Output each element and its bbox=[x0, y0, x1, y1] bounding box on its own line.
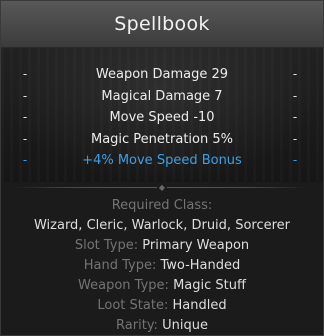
stat-dash-right: - bbox=[292, 153, 298, 167]
stat-row-move-speed-bonus: - +4% Move Speed Bonus - bbox=[1, 150, 323, 172]
divider-ornament-icon: ◆ bbox=[157, 183, 167, 192]
hand-type-row: Hand Type: Two-Handed bbox=[1, 256, 323, 276]
hand-type-label: Hand Type: bbox=[83, 258, 157, 273]
required-class-label: Required Class: bbox=[111, 198, 213, 213]
item-tooltip: Spellbook - Weapon Damage 29 - - Magical… bbox=[0, 0, 324, 336]
slot-type-value: Primary Weapon bbox=[142, 238, 250, 253]
slot-type-label: Slot Type: bbox=[74, 238, 139, 253]
tooltip-header: Spellbook bbox=[1, 1, 323, 48]
stat-dash-left: - bbox=[22, 88, 28, 103]
rarity-value: Unique bbox=[162, 318, 208, 333]
section-divider: ◆ bbox=[15, 182, 309, 194]
stat-text: Move Speed -10 bbox=[109, 110, 215, 125]
weapon-type-label: Weapon Type: bbox=[78, 278, 169, 293]
stat-row-move-speed: - Move Speed -10 - bbox=[1, 107, 323, 129]
stat-dash-right: - bbox=[292, 88, 298, 103]
stat-dash-left: - bbox=[22, 153, 28, 167]
required-class-list: Wizard, Cleric, Warlock, Druid, Sorcerer bbox=[33, 218, 291, 233]
stat-text: +4% Move Speed Bonus bbox=[82, 153, 242, 168]
slot-type-row: Slot Type: Primary Weapon bbox=[1, 236, 323, 256]
item-info: Required Class: Wizard, Cleric, Warlock,… bbox=[1, 194, 323, 335]
stat-dash-right: - bbox=[292, 110, 298, 124]
loot-state-row: Loot State: Handled bbox=[1, 296, 323, 316]
stat-dash-left: - bbox=[22, 110, 28, 124]
stat-text: Weapon Damage 29 bbox=[95, 67, 229, 82]
hand-type-value: Two-Handed bbox=[160, 258, 241, 273]
stat-row-magic-penetration: - Magic Penetration 5% - bbox=[1, 129, 323, 151]
weapon-type-value: Magic Stuff bbox=[173, 278, 246, 293]
rarity-row: Rarity: Unique bbox=[1, 316, 323, 335]
stat-dash-left: - bbox=[22, 67, 28, 81]
stat-dash-right: - bbox=[292, 67, 298, 81]
loot-state-label: Loot State: bbox=[97, 298, 169, 313]
weapon-type-row: Weapon Type: Magic Stuff bbox=[1, 276, 323, 296]
stat-row-weapon-damage: - Weapon Damage 29 - bbox=[1, 64, 323, 86]
stat-text: Magic Penetration 5% bbox=[90, 131, 233, 147]
stats-panel: - Weapon Damage 29 - - Magical Damage 7 … bbox=[1, 48, 323, 182]
item-name: Spellbook bbox=[114, 13, 210, 35]
stat-text: Magical Damage 7 bbox=[101, 88, 223, 104]
stat-row-magical-damage: - Magical Damage 7 - bbox=[1, 86, 323, 108]
rarity-label: Rarity: bbox=[116, 318, 158, 333]
stat-dash-left: - bbox=[22, 131, 28, 146]
stat-dash-right: - bbox=[292, 131, 298, 146]
loot-state-value: Handled bbox=[172, 298, 227, 313]
